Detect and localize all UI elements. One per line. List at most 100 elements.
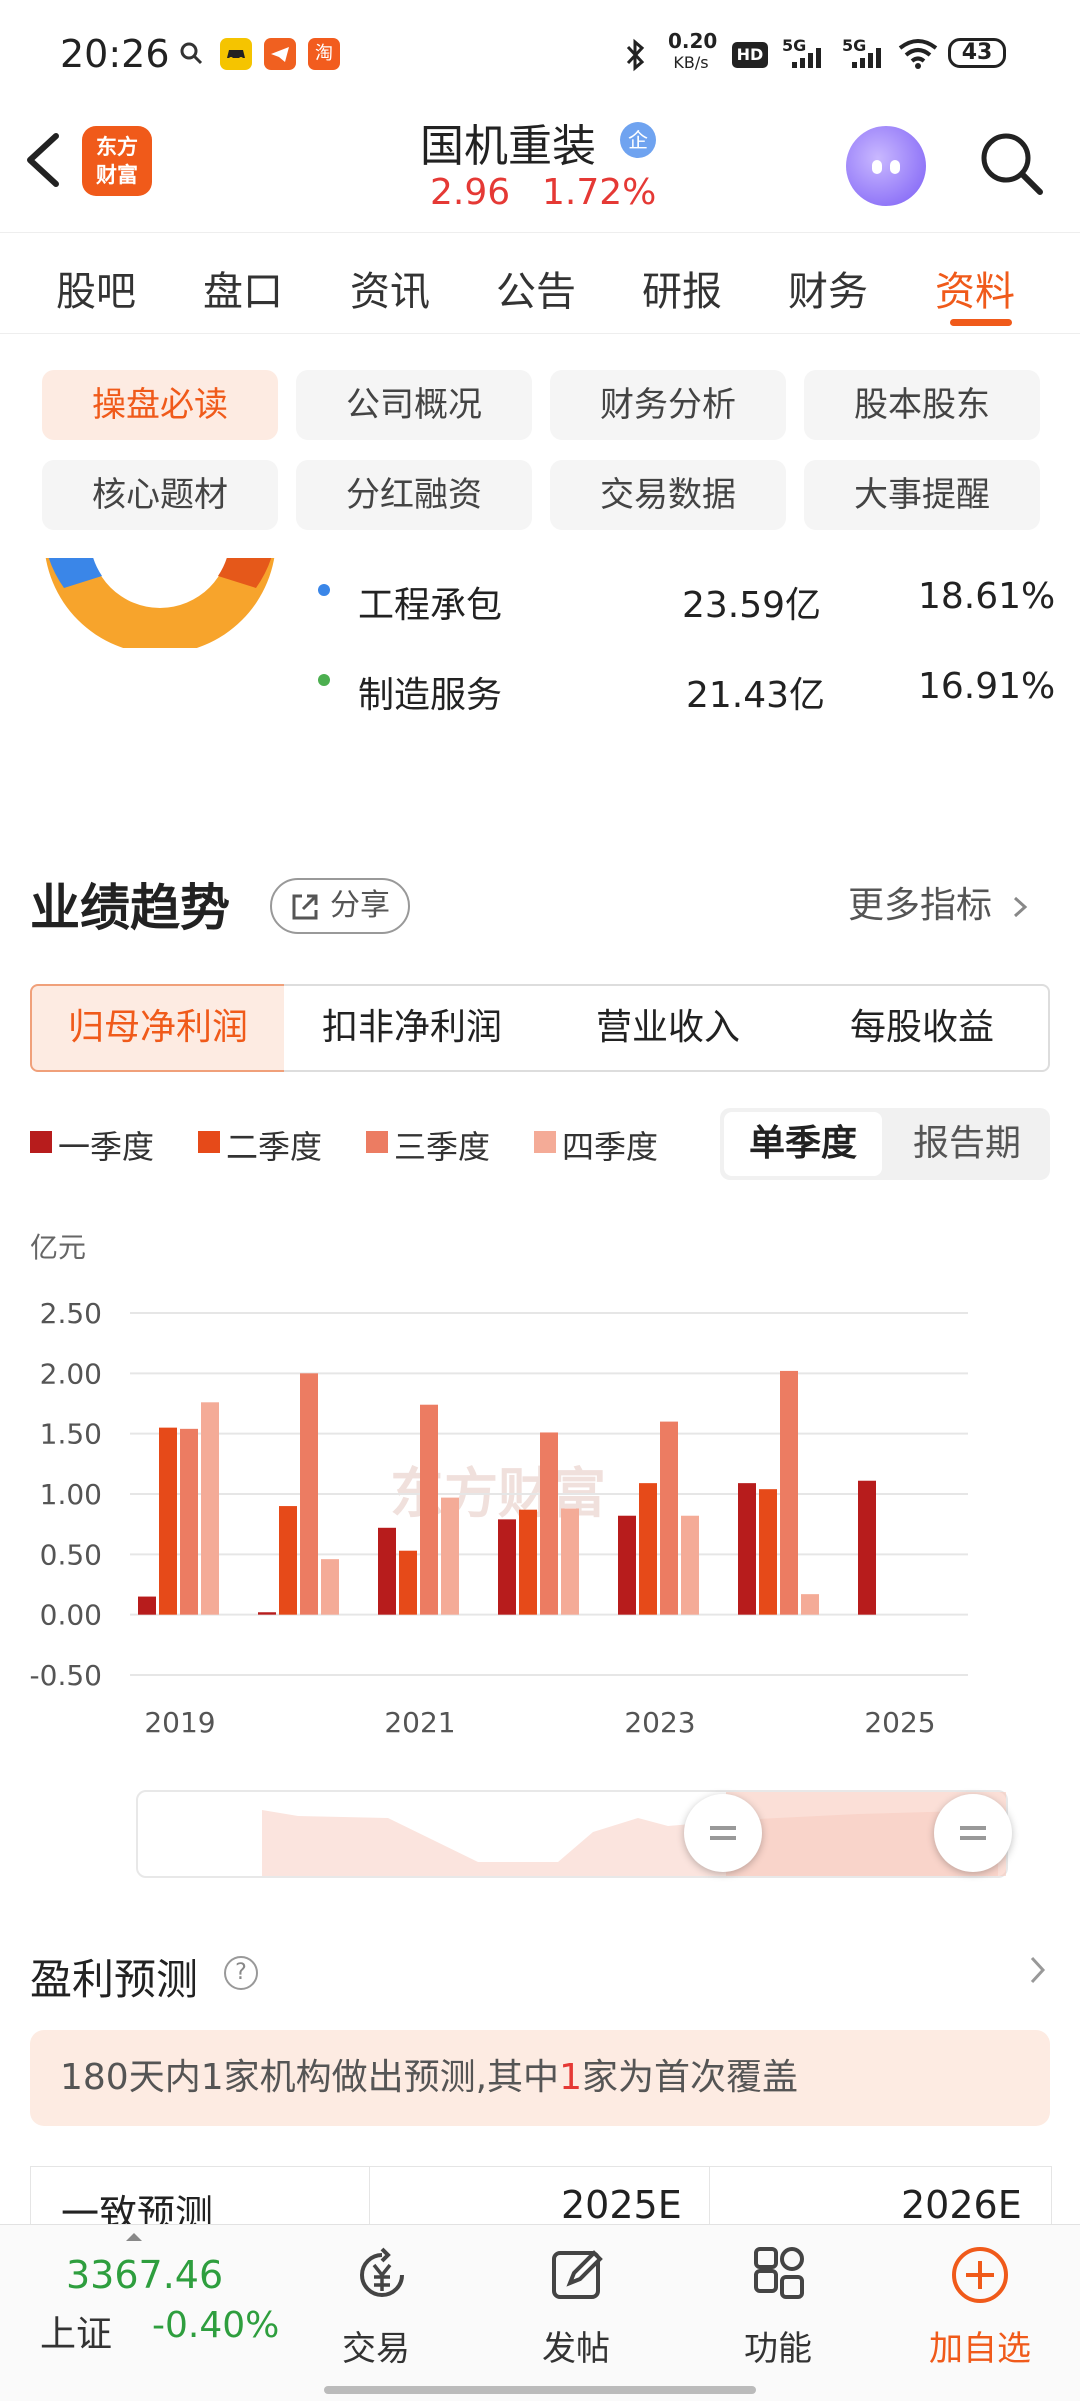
legend-dot-green xyxy=(318,674,330,686)
bar-一季度-2021 xyxy=(378,1527,396,1615)
trade-icon xyxy=(360,2247,404,2297)
home-indicator[interactable] xyxy=(324,2386,756,2394)
tab-profile[interactable]: 资料 xyxy=(935,259,1015,317)
index-up-arrow-icon xyxy=(126,2233,142,2241)
index-name[interactable]: 上证 xyxy=(40,2305,112,2357)
functions-label: 功能 xyxy=(744,2329,812,2369)
bar-三季度-2022 xyxy=(540,1432,558,1615)
x-tick-label: 2019 xyxy=(144,1706,215,1739)
legend-swatch-q1 xyxy=(30,1131,52,1153)
trade-button[interactable]: 交易 xyxy=(296,2231,456,2391)
segment-net-profit[interactable]: 归母净利润 xyxy=(30,984,286,1072)
bar-三季度-2020 xyxy=(300,1373,318,1615)
chip-company-overview[interactable]: 公司概况 xyxy=(296,370,532,440)
add-watchlist-button[interactable]: 加自选 xyxy=(900,2231,1060,2391)
tab-guba[interactable]: 股吧 xyxy=(56,259,136,317)
y-tick-label: 1.50 xyxy=(40,1418,102,1451)
tab-news[interactable]: 资讯 xyxy=(350,259,430,317)
y-tick-label: 2.00 xyxy=(40,1357,102,1390)
help-icon[interactable]: ? xyxy=(224,1956,258,1990)
index-change[interactable]: -0.40% xyxy=(152,2305,279,2346)
bar-四季度-2019 xyxy=(201,1402,219,1615)
segment-eps[interactable]: 每股收益 xyxy=(796,984,1050,1072)
revenue-donut-chart xyxy=(40,558,280,648)
legend-swatch-q2 xyxy=(198,1131,220,1153)
bar-二季度-2023 xyxy=(639,1483,657,1615)
x-tick-label: 2025 xyxy=(864,1706,935,1739)
bar-二季度-2020 xyxy=(279,1506,297,1615)
tab-finance[interactable]: 财务 xyxy=(788,259,868,317)
robot-eye xyxy=(890,160,900,174)
bar-一季度-2022 xyxy=(498,1519,516,1615)
bar-二季度-2021 xyxy=(399,1550,417,1615)
bar-二季度-2024 xyxy=(759,1489,777,1615)
slider-handle-right[interactable] xyxy=(934,1794,1012,1872)
chip-dividends[interactable]: 分红融资 xyxy=(296,460,532,530)
chip-events[interactable]: 大事提醒 xyxy=(804,460,1040,530)
bar-三季度-2019 xyxy=(180,1428,198,1615)
bar-二季度-2022 xyxy=(519,1509,537,1615)
business-name: 制造服务 xyxy=(358,675,503,716)
tab-announcements[interactable]: 公告 xyxy=(496,259,576,317)
trade-label: 交易 xyxy=(342,2329,410,2369)
business-amount: 23.59亿 xyxy=(682,585,822,626)
robot-eye xyxy=(872,160,882,174)
report-period-toggle[interactable]: 报告期 xyxy=(888,1112,1046,1176)
segment-revenue[interactable]: 营业收入 xyxy=(540,984,798,1072)
y-tick-label: 1.00 xyxy=(40,1478,102,1511)
chip-must-read[interactable]: 操盘必读 xyxy=(42,370,278,440)
bluetooth-icon xyxy=(624,38,648,76)
legend-swatch-q4 xyxy=(534,1131,556,1153)
forecast-chevron-icon[interactable] xyxy=(1026,1952,1048,1992)
legend-q4: 四季度 xyxy=(562,1128,659,1166)
tab-pankou[interactable]: 盘口 xyxy=(203,259,283,317)
hd-icon: HD xyxy=(732,42,768,68)
bar-一季度-2024 xyxy=(738,1483,756,1615)
net-speed: 0.20 KB/s xyxy=(668,29,718,72)
bar-三季度-2024 xyxy=(780,1370,798,1615)
segment-deducted-profit[interactable]: 扣非净利润 xyxy=(284,984,542,1072)
x-tick-label: 2023 xyxy=(624,1706,695,1739)
more-indicators-link[interactable]: 更多指标 xyxy=(848,876,1031,928)
stock-change-pct: 1.72% xyxy=(542,172,657,213)
search-icon xyxy=(178,40,204,66)
legend-swatch-q3 xyxy=(366,1131,388,1153)
bar-四季度-2024 xyxy=(801,1594,819,1615)
performance-bar-chart: 东方财富 2.502.001.501.000.500.00-0.502019 20… xyxy=(30,1297,968,1739)
battery-icon: 43 xyxy=(948,38,1006,68)
back-button[interactable] xyxy=(20,130,68,190)
chip-shareholders[interactable]: 股本股东 xyxy=(804,370,1040,440)
post-button[interactable]: 发帖 xyxy=(496,2231,656,2391)
drag-handle-icon xyxy=(710,1826,736,1840)
forecast-notice: 180天内1家机构做出预测,其中1家为首次覆盖 xyxy=(30,2030,1050,2126)
status-time: 20:26 xyxy=(60,32,170,76)
drag-handle-icon xyxy=(960,1826,986,1840)
bar-三季度-2023 xyxy=(660,1421,678,1615)
legend-q2: 二季度 xyxy=(226,1128,323,1166)
bar-一季度-2020 xyxy=(258,1612,276,1615)
stock-name: 国机重装 xyxy=(420,121,596,172)
index-value[interactable]: 3367.46 xyxy=(66,2253,223,2297)
main-tabs: 股吧 盘口 资讯 公告 研报 财务 资料 xyxy=(0,232,1080,334)
bar-四季度-2023 xyxy=(681,1515,699,1615)
share-button[interactable]: 分享 xyxy=(270,878,410,934)
y-tick-label: 0.00 xyxy=(40,1599,102,1632)
single-quarter-toggle[interactable]: 单季度 xyxy=(724,1112,882,1176)
range-slider[interactable] xyxy=(136,1790,1012,1878)
tab-research[interactable]: 研报 xyxy=(642,259,722,317)
x-tick-label: 2021 xyxy=(384,1706,455,1739)
business-name: 工程承包 xyxy=(358,585,503,626)
chip-core-themes[interactable]: 核心题材 xyxy=(42,460,278,530)
search-button[interactable] xyxy=(976,128,1046,198)
robot-avatar-icon[interactable] xyxy=(846,126,926,206)
functions-button[interactable]: 功能 xyxy=(698,2231,858,2391)
app-logo: 东方 财富 xyxy=(82,126,152,196)
bar-四季度-2022 xyxy=(561,1508,579,1615)
search-icon xyxy=(981,133,1043,195)
bar-一季度-2023 xyxy=(618,1515,636,1615)
chip-financial-analysis[interactable]: 财务分析 xyxy=(550,370,786,440)
chip-trade-data[interactable]: 交易数据 xyxy=(550,460,786,530)
add-watchlist-label: 加自选 xyxy=(929,2329,1031,2369)
edit-icon xyxy=(552,2250,603,2299)
slider-handle-left[interactable] xyxy=(684,1794,762,1872)
